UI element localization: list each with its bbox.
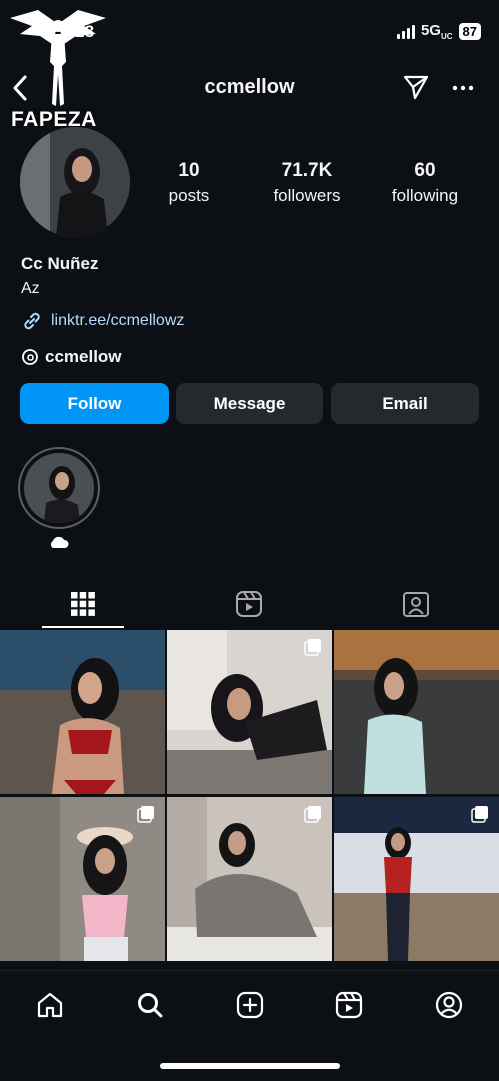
active-tab-indicator	[42, 626, 124, 628]
threads-badge[interactable]: ccmellow	[21, 347, 122, 367]
bio-link-text[interactable]: linktr.ee/ccmellowz	[51, 312, 184, 330]
bio-link[interactable]: linktr.ee/ccmellowz	[21, 310, 184, 332]
link-icon	[24, 312, 40, 330]
battery-level: 87	[458, 23, 481, 40]
nav-reels[interactable]	[332, 988, 366, 1022]
nav-search[interactable]	[133, 988, 167, 1022]
tab-grid[interactable]	[0, 584, 166, 624]
followers-count[interactable]: 71.7K followers	[252, 160, 362, 206]
profile-avatar[interactable]	[20, 127, 130, 237]
grid-post[interactable]	[0, 797, 165, 961]
follow-button[interactable]: Follow	[20, 383, 169, 424]
posts-label: posts	[168, 186, 210, 205]
tagged-icon	[403, 592, 429, 617]
multi-post-icon	[137, 806, 154, 823]
story-highlight[interactable]	[18, 447, 100, 529]
tab-tagged[interactable]	[333, 584, 499, 624]
threads-icon	[22, 349, 38, 365]
cloud-icon	[50, 536, 69, 548]
tab-reels[interactable]	[166, 584, 332, 624]
profile-icon	[435, 991, 463, 1019]
grid-icon	[71, 592, 95, 616]
following-count[interactable]: 60 following	[370, 160, 480, 206]
message-button[interactable]: Message	[176, 383, 323, 424]
nav-home[interactable]	[33, 988, 67, 1022]
signal-icon	[396, 24, 415, 39]
threads-handle: ccmellow	[45, 347, 122, 366]
highlight-image	[24, 453, 94, 523]
status-indicators: 5GUC 87	[396, 22, 481, 41]
reels-icon	[236, 591, 262, 617]
followers-value: 71.7K	[281, 160, 333, 181]
send-icon[interactable]	[402, 73, 430, 101]
create-icon	[236, 991, 264, 1019]
grid-post[interactable]	[334, 797, 499, 961]
more-options-icon[interactable]	[451, 78, 475, 98]
bio-text: Az	[21, 280, 40, 297]
email-button[interactable]: Email	[331, 383, 479, 424]
nav-create[interactable]	[233, 988, 267, 1022]
following-value: 60	[414, 160, 436, 181]
nav-profile[interactable]	[432, 988, 466, 1022]
grid-post[interactable]	[334, 630, 499, 794]
network-type: 5GUC	[420, 22, 453, 41]
following-label: following	[391, 186, 459, 205]
home-indicator	[160, 1063, 340, 1069]
search-icon	[138, 993, 163, 1018]
multi-post-icon	[304, 639, 321, 656]
followers-label: followers	[273, 186, 341, 205]
grid-post[interactable]	[167, 797, 332, 961]
grid-post[interactable]	[0, 630, 165, 794]
avatar-image	[20, 127, 130, 237]
reels-icon	[335, 991, 363, 1019]
multi-post-icon	[471, 806, 488, 823]
grid-post[interactable]	[167, 630, 332, 794]
posts-value: 10	[178, 160, 200, 181]
multi-post-icon	[304, 806, 321, 823]
home-icon	[37, 992, 63, 1018]
posts-count[interactable]: 10 posts	[134, 160, 244, 206]
display-name: Cc Nuñez	[21, 254, 99, 273]
